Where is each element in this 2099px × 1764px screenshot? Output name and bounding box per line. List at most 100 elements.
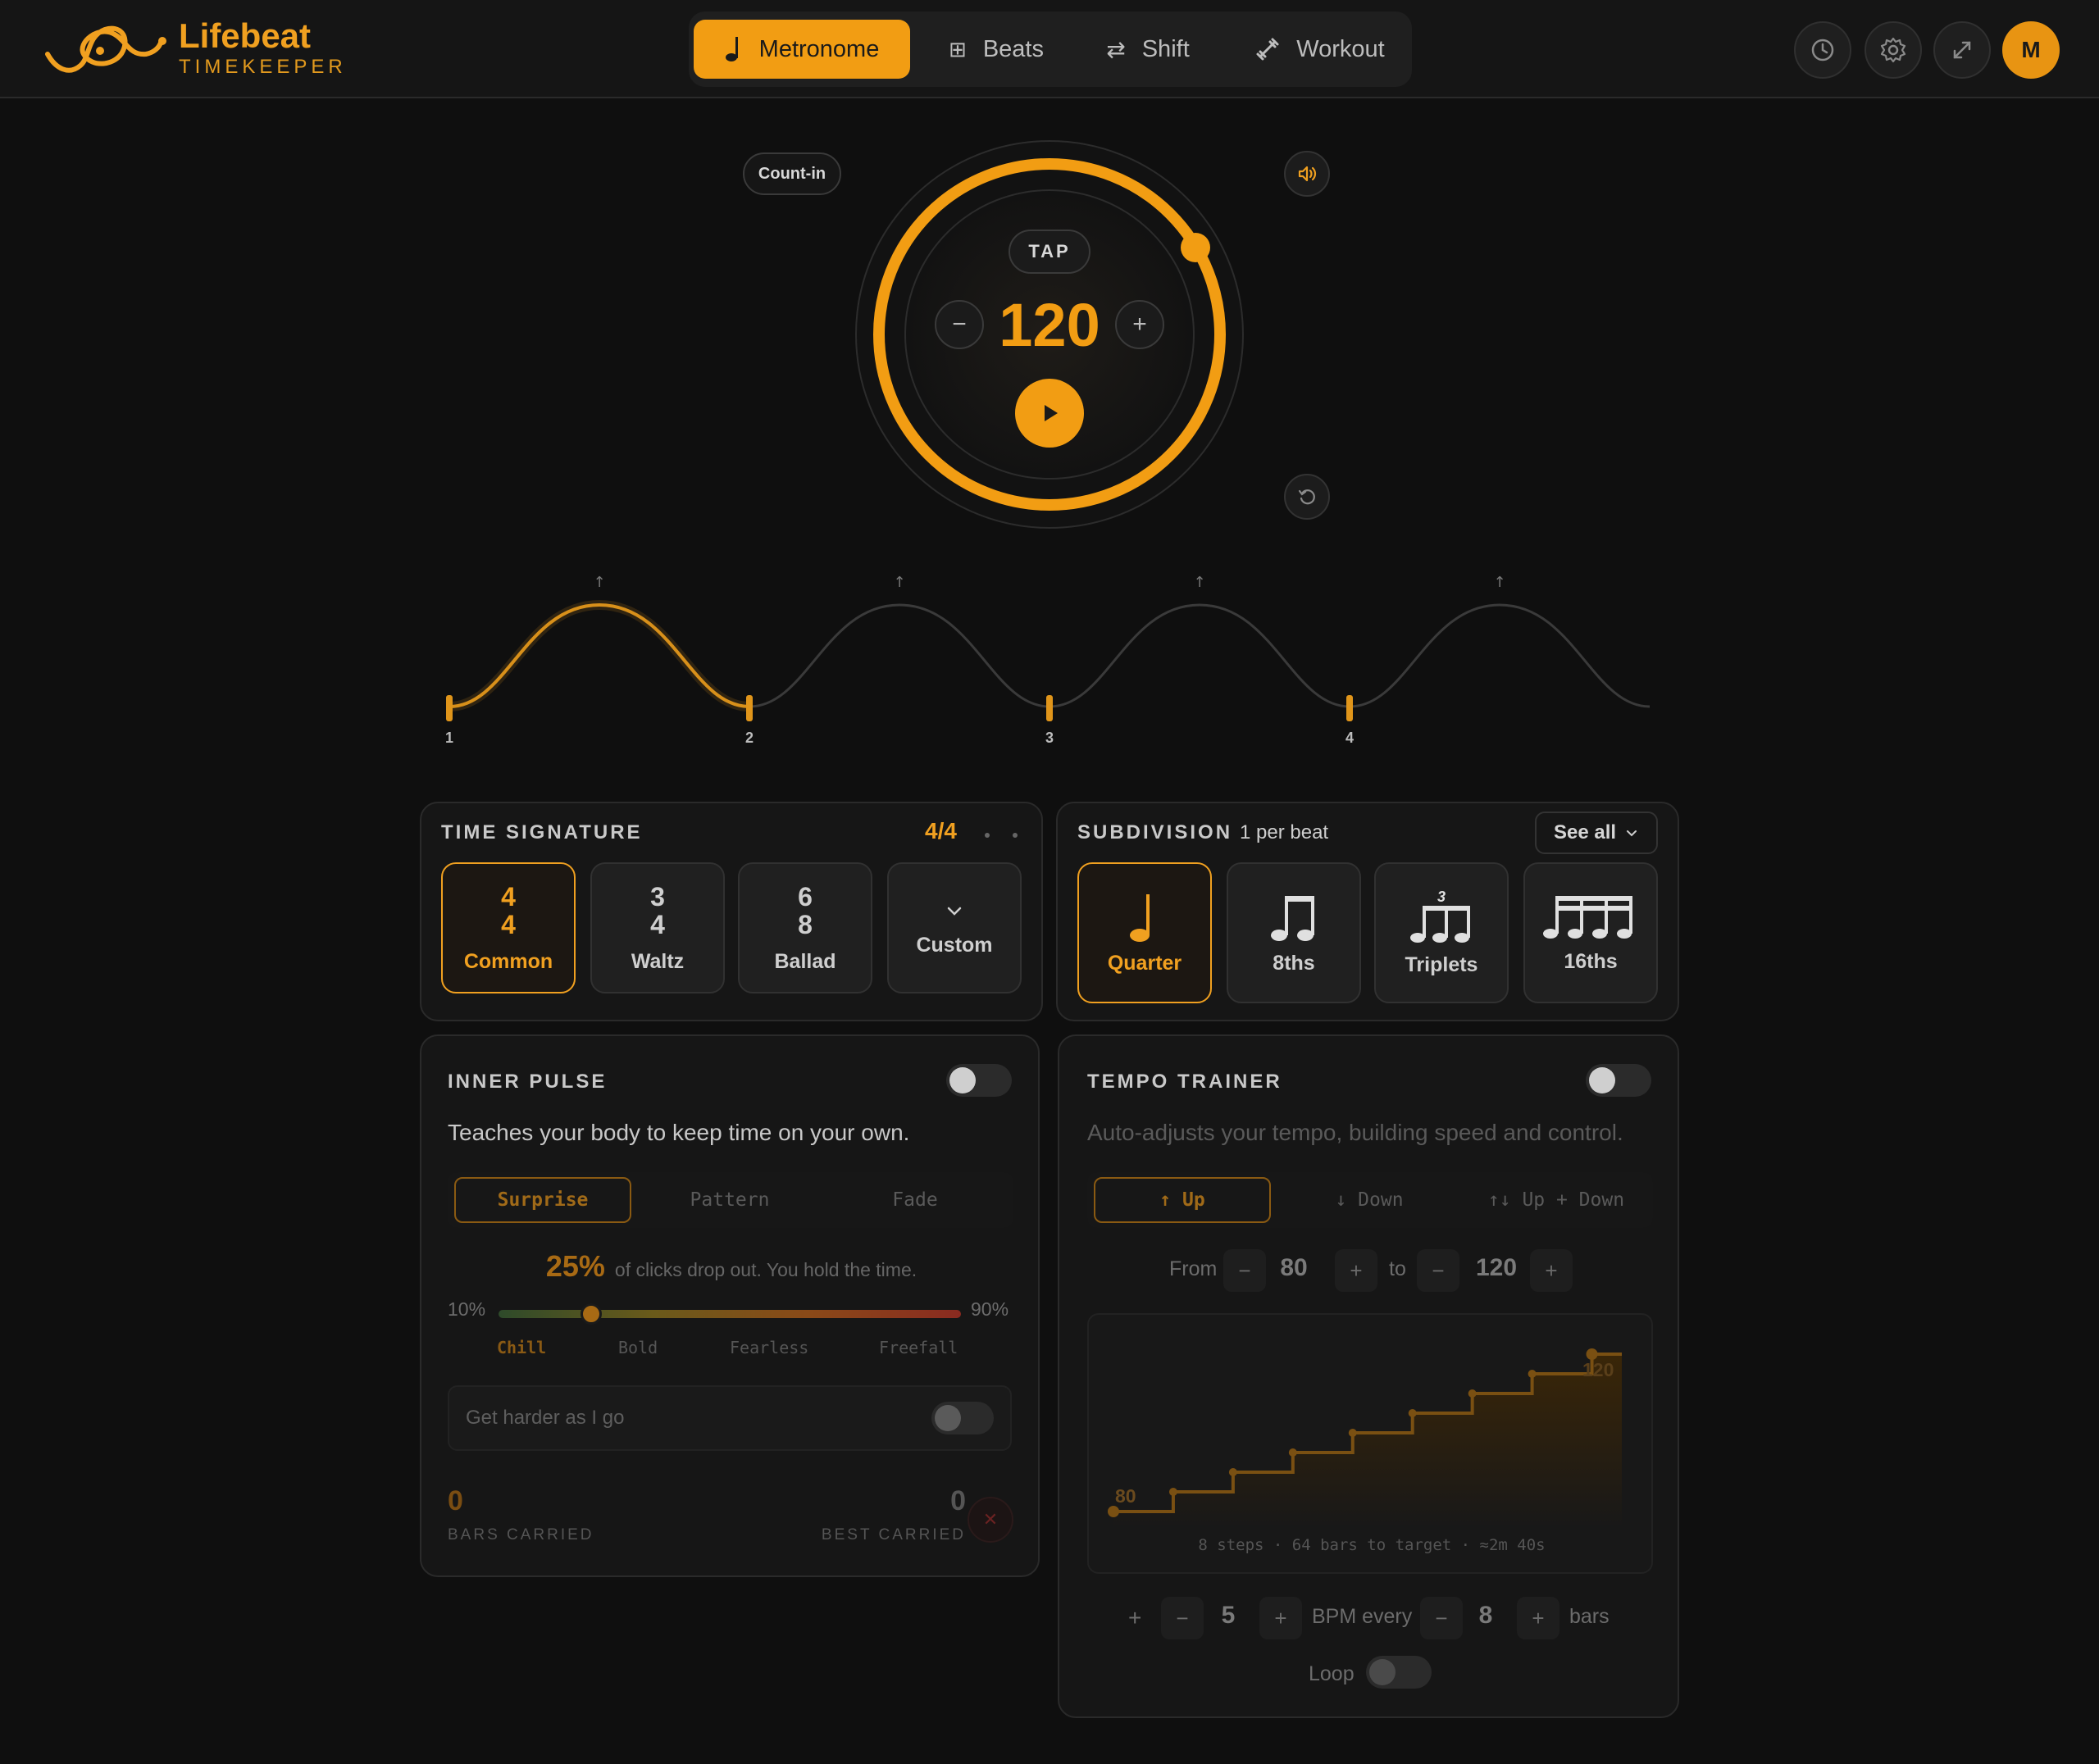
tab-shift[interactable]: ⇄ Shift xyxy=(1090,20,1205,79)
level-chill[interactable]: Chill xyxy=(497,1338,546,1357)
get-harder-toggle[interactable] xyxy=(931,1402,994,1434)
drop-rate-slider[interactable] xyxy=(499,1303,961,1325)
signature-ballad[interactable]: 6 8 Ballad xyxy=(738,862,872,993)
tempo-trainer-toggle[interactable] xyxy=(1586,1064,1651,1097)
mode-fade[interactable]: Fade xyxy=(826,1177,1004,1223)
to-decrease-button[interactable]: − xyxy=(1417,1249,1459,1292)
increment-increase-button[interactable]: + xyxy=(1259,1597,1302,1639)
inner-pulse-toggle[interactable] xyxy=(946,1064,1012,1097)
beat-label: 4 xyxy=(1345,730,1354,746)
chevron-down-icon xyxy=(947,907,962,916)
ramp-end-label: 120 xyxy=(1582,1359,1614,1380)
subdivision-card: SUBDIVISION 1 per beat See all Quarter 8… xyxy=(1056,802,1679,1021)
subdivision-8ths[interactable]: 8ths xyxy=(1227,862,1361,1003)
to-increase-button[interactable]: + xyxy=(1530,1249,1573,1292)
signature-label: Custom xyxy=(916,933,993,957)
reset-stats-button[interactable]: ✕ xyxy=(968,1497,1013,1543)
increment-decrease-button[interactable]: − xyxy=(1161,1597,1204,1639)
signature-label: Common xyxy=(463,949,553,973)
reset-button[interactable] xyxy=(1284,474,1330,520)
eighth-notes-icon xyxy=(1271,895,1314,941)
ramp-step-point xyxy=(1228,1468,1237,1476)
mode-surprise[interactable]: Surprise xyxy=(454,1177,631,1223)
signature-common[interactable]: 4 4 Common xyxy=(441,862,576,993)
bpm-every-label: BPM every xyxy=(1312,1605,1413,1628)
bars-carried-label: BARS CARRIED xyxy=(448,1526,594,1544)
wave-line xyxy=(448,603,1651,708)
quarter-note-icon xyxy=(1130,893,1150,942)
tab-label: Beats xyxy=(982,35,1044,62)
signature-waltz[interactable]: 3 4 Waltz xyxy=(590,862,725,993)
ramp-start-label: 80 xyxy=(1115,1485,1136,1507)
to-label: to xyxy=(1389,1257,1406,1280)
subdivision-16ths[interactable]: 16ths xyxy=(1523,862,1658,1003)
drop-rate-readout: 25% of clicks drop out. You hold the tim… xyxy=(421,1249,1041,1284)
level-freefall[interactable]: Freefall xyxy=(879,1338,958,1357)
avatar[interactable]: M xyxy=(2002,21,2060,79)
brand-title: Lifebeat xyxy=(179,16,312,55)
signature-bottom: 4 xyxy=(501,909,516,939)
every-decrease-button[interactable]: − xyxy=(1420,1597,1463,1639)
accent-arrow-icon: ↑ xyxy=(893,574,905,591)
mode-down[interactable]: ↓ Down xyxy=(1281,1177,1458,1223)
signature-custom[interactable]: Custom xyxy=(887,862,1022,993)
count-in-button[interactable]: Count-in xyxy=(743,152,841,195)
settings-button[interactable] xyxy=(1865,21,1922,79)
play-button[interactable] xyxy=(1015,379,1084,448)
tempo-trainer-description: Auto-adjusts your tempo, building speed … xyxy=(1087,1120,1623,1145)
beat-marker xyxy=(746,695,753,721)
sound-button[interactable] xyxy=(1284,151,1330,197)
beat-marker xyxy=(1046,695,1053,721)
accent-arrow-icon: ↑ xyxy=(593,574,605,591)
slider-handle[interactable] xyxy=(580,1303,602,1325)
get-harder-label: Get harder as I go xyxy=(466,1407,625,1429)
signature-bottom: 4 xyxy=(650,909,665,939)
from-increase-button[interactable]: + xyxy=(1335,1249,1377,1292)
beat-label: 3 xyxy=(1045,730,1054,746)
history-button[interactable] xyxy=(1794,21,1851,79)
subdivision-detail: 1 per beat xyxy=(1240,821,1329,843)
ramp-step-point xyxy=(1408,1409,1417,1417)
sixteenth-notes-icon xyxy=(1543,895,1632,939)
tap-button[interactable]: TAP xyxy=(1009,230,1090,274)
subdivision-label: 8ths xyxy=(1273,951,1315,975)
increment-value: 5 xyxy=(1221,1602,1236,1629)
app-header: Lifebeat TIMEKEEPER Metronome ⊞ Beats ⇄ … xyxy=(0,0,2099,98)
beat-marker xyxy=(446,695,453,721)
tab-label: Metronome xyxy=(758,35,880,62)
mode-up-down[interactable]: ↑↓ Up + Down xyxy=(1466,1177,1646,1223)
mode-pattern[interactable]: Pattern xyxy=(641,1177,818,1223)
accent-arrow-icon: ↑ xyxy=(1493,574,1505,591)
loop-toggle[interactable] xyxy=(1366,1656,1432,1689)
subdivision-triplets[interactable]: 3 Triplets xyxy=(1374,862,1509,1003)
triplet-notes-icon xyxy=(1410,906,1470,943)
close-icon: ✕ xyxy=(982,1509,999,1530)
tab-workout[interactable]: Workout xyxy=(1240,20,1400,79)
from-decrease-button[interactable]: − xyxy=(1223,1249,1266,1292)
ramp-summary: 8 steps · 64 bars to target · ≈2m 40s xyxy=(1198,1536,1546,1554)
subdivision-quarter[interactable]: Quarter xyxy=(1077,862,1212,1003)
see-all-button[interactable]: See all xyxy=(1535,812,1658,854)
note-icon xyxy=(725,37,738,61)
mode-up[interactable]: ↑ Up xyxy=(1094,1177,1271,1223)
level-fearless[interactable]: Fearless xyxy=(730,1338,808,1357)
toggle-knob xyxy=(949,1067,976,1093)
subdivision-label: Quarter xyxy=(1107,951,1182,975)
every-increase-button[interactable]: + xyxy=(1517,1597,1559,1639)
tab-metronome[interactable]: Metronome xyxy=(694,20,910,79)
increase-bpm-button[interactable]: + xyxy=(1115,300,1164,349)
dial-handle[interactable] xyxy=(1181,233,1210,262)
signature-top: 4 xyxy=(501,881,516,912)
level-bold[interactable]: Bold xyxy=(618,1338,658,1357)
dumbbell-icon xyxy=(1256,38,1279,61)
signature-top: 6 xyxy=(798,881,813,912)
bars-label: bars xyxy=(1569,1605,1610,1628)
every-value: 8 xyxy=(1478,1602,1493,1629)
beat-marker xyxy=(1346,695,1353,721)
decrease-bpm-button[interactable]: − xyxy=(935,300,984,349)
chevron-down-icon xyxy=(1627,830,1637,837)
tab-beats[interactable]: ⊞ Beats xyxy=(935,20,1058,79)
ramp-step-point xyxy=(1108,1506,1119,1517)
fullscreen-button[interactable] xyxy=(1933,21,1991,79)
brand-subtitle: TIMEKEEPER xyxy=(179,56,347,78)
